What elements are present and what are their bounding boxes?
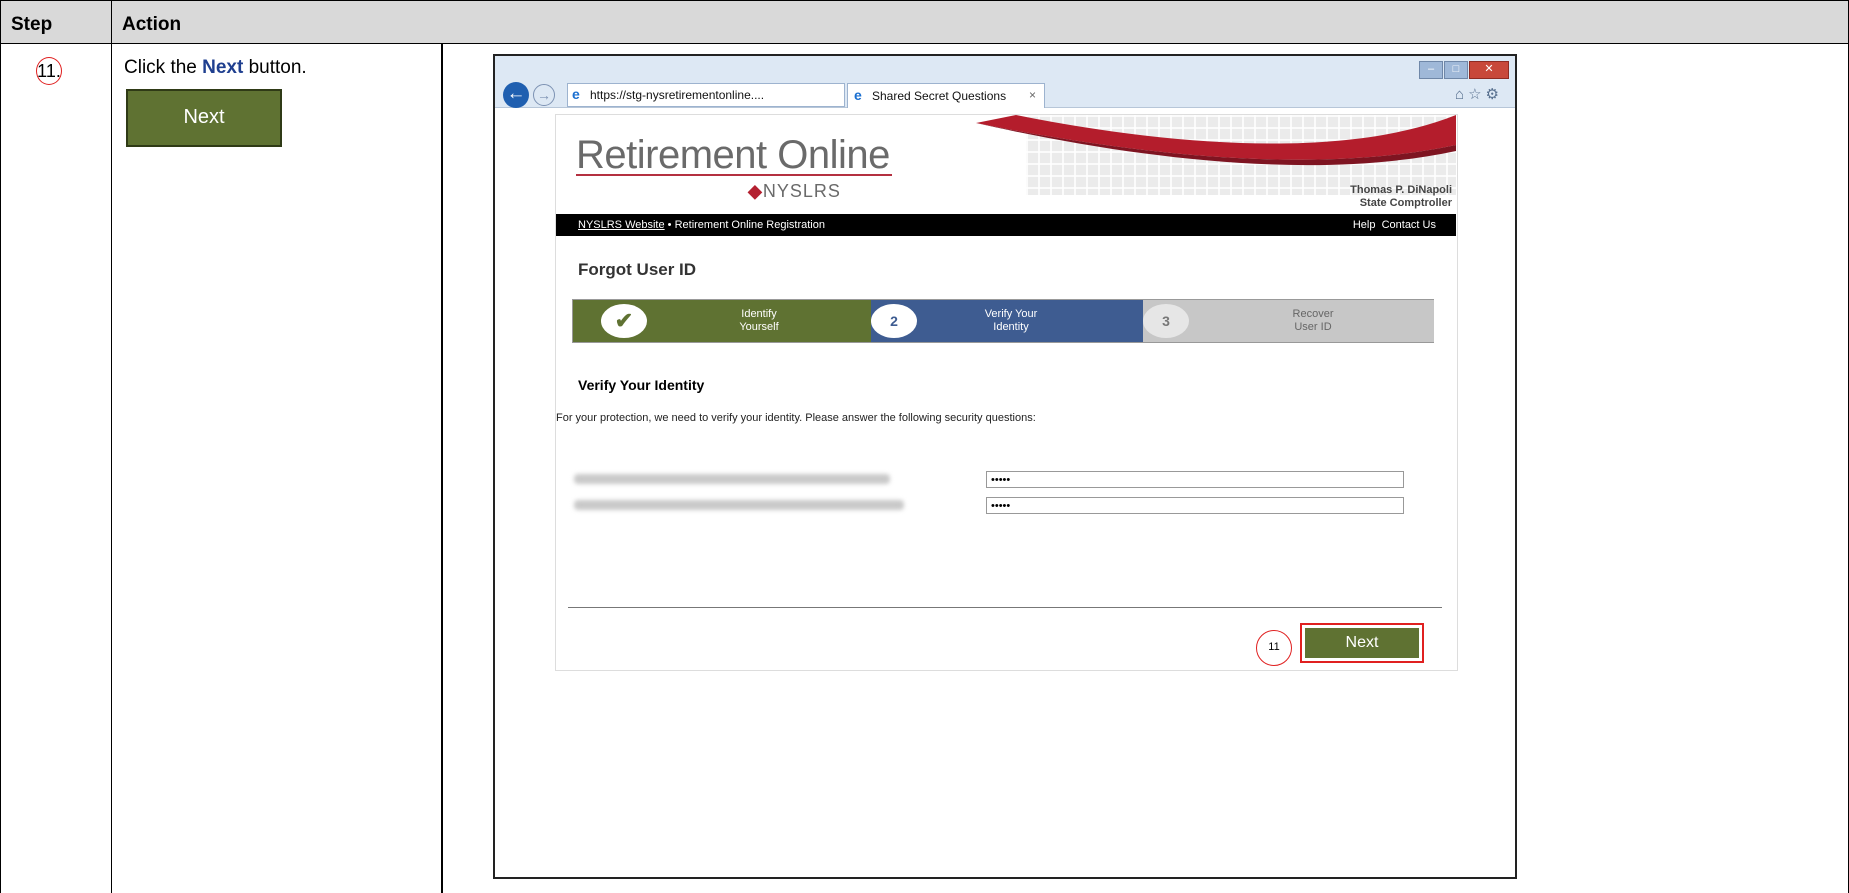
nav-registration-text: Retirement Online Registration — [674, 219, 825, 231]
nav-right-links: Help Contact Us — [1353, 219, 1436, 231]
forward-arrow-icon[interactable]: → — [533, 84, 555, 106]
browser-toolbar: ← → e https://stg-nysretirementonline...… — [495, 56, 1515, 108]
close-window-icon[interactable]: ✕ — [1469, 61, 1509, 79]
header-step-label: Step — [11, 14, 53, 35]
site-banner: Retirement Online ◆NYSLRS Thomas P. DiNa… — [556, 115, 1456, 215]
maximize-icon[interactable]: □ — [1444, 61, 1468, 79]
page-title: Forgot User ID — [578, 260, 697, 279]
comptroller-name: Thomas P. DiNapoli — [1350, 184, 1452, 196]
header-action: Action — [111, 0, 1849, 44]
section-title: Verify Your Identity — [578, 377, 705, 393]
browser-tab[interactable]: e Shared Secret Questions × — [847, 83, 1045, 108]
step-3-label-line1: Recover — [1292, 308, 1334, 320]
web-page: Retirement Online ◆NYSLRS Thomas P. DiNa… — [555, 114, 1458, 671]
logo-underline — [576, 174, 892, 176]
step-3-number: 3 — [1143, 304, 1189, 338]
instruction-column — [111, 43, 442, 893]
browser-screenshot: ← → e https://stg-nysretirementonline...… — [493, 54, 1517, 879]
step-column — [0, 43, 112, 893]
nyslrs-mark-icon: ◆ — [748, 181, 763, 201]
step-3-label: Recover User ID — [1253, 308, 1373, 334]
step-number-badge: 11. — [36, 57, 62, 85]
step-1-label-line1: Identify — [741, 308, 777, 320]
step-2-label: Verify Your Identity — [951, 308, 1071, 334]
comptroller-title: State Comptroller — [1359, 197, 1452, 209]
help-link[interactable]: Help — [1353, 219, 1376, 231]
instruction-suffix: button. — [243, 57, 307, 78]
address-text: https://stg-nysretirementonline.... — [590, 88, 765, 102]
contact-us-link[interactable]: Contact Us — [1382, 219, 1436, 231]
progress-steps: ✔ Identify Yourself 2 Verify Your Identity… — [572, 299, 1434, 343]
logo-nyslrs: ◆NYSLRS — [748, 181, 841, 202]
tab-ie-icon: e — [854, 87, 862, 103]
step-verify-identity: 2 Verify Your Identity — [871, 300, 1143, 342]
step-3-label-line2: User ID — [1294, 321, 1332, 333]
next-button-highlight: Next — [1300, 623, 1424, 663]
blurred-question-2 — [574, 500, 904, 510]
nyslrs-website-link[interactable]: NYSLRS Website — [578, 219, 665, 231]
step-2-label-line2: Identity — [993, 321, 1029, 333]
tab-close-icon[interactable]: × — [1029, 88, 1036, 102]
site-nav-bar: NYSLRS Website • Retirement Online Regis… — [556, 214, 1456, 236]
form-divider — [568, 607, 1442, 608]
header-action-label: Action — [122, 14, 182, 35]
security-question-row — [574, 471, 1434, 489]
comptroller-credit: Thomas P. DiNapoli State Comptroller — [1350, 184, 1452, 210]
protection-text: For your protection, we need to verify y… — [556, 412, 1036, 424]
step-identify-yourself: ✔ Identify Yourself — [573, 300, 871, 342]
step-2-label-line1: Verify Your — [984, 308, 1038, 320]
step-callout-badge: 11 — [1256, 630, 1292, 666]
answer-1-field[interactable] — [986, 471, 1404, 488]
back-arrow-icon[interactable]: ← — [503, 82, 529, 108]
answer-2-field[interactable] — [986, 497, 1404, 514]
home-favorites-settings-icons[interactable]: ⌂☆⚙ — [1455, 85, 1503, 103]
address-bar[interactable]: e https://stg-nysretirementonline.... — [567, 83, 845, 107]
step-1-label: Identify Yourself — [699, 308, 819, 334]
nav-separator: • — [664, 219, 675, 231]
banner-swoosh-graphic — [976, 115, 1456, 166]
security-question-row — [574, 497, 1434, 515]
checkmark-icon: ✔ — [601, 304, 647, 338]
instruction-prefix: Click the — [124, 57, 203, 78]
sample-next-button: Next — [126, 89, 282, 147]
tab-title: Shared Secret Questions — [872, 89, 1007, 103]
next-button[interactable]: Next — [1305, 628, 1419, 658]
ie-logo-icon: e — [572, 86, 580, 102]
header-step: Step — [0, 0, 112, 44]
minimize-icon[interactable]: – — [1419, 61, 1443, 79]
logo-retirement-online: Retirement Online — [576, 133, 890, 177]
logo-sub-text: NYSLRS — [762, 181, 841, 201]
window-controls: – □ ✕ — [1418, 59, 1509, 79]
instruction-text: Click the Next button. — [124, 57, 307, 79]
blurred-question-1 — [574, 474, 890, 484]
step-1-label-line2: Yourself — [739, 321, 779, 333]
instruction-bold: Next — [202, 57, 244, 78]
step-2-number: 2 — [871, 304, 917, 338]
step-recover-user-id: 3 Recover User ID — [1143, 300, 1434, 342]
